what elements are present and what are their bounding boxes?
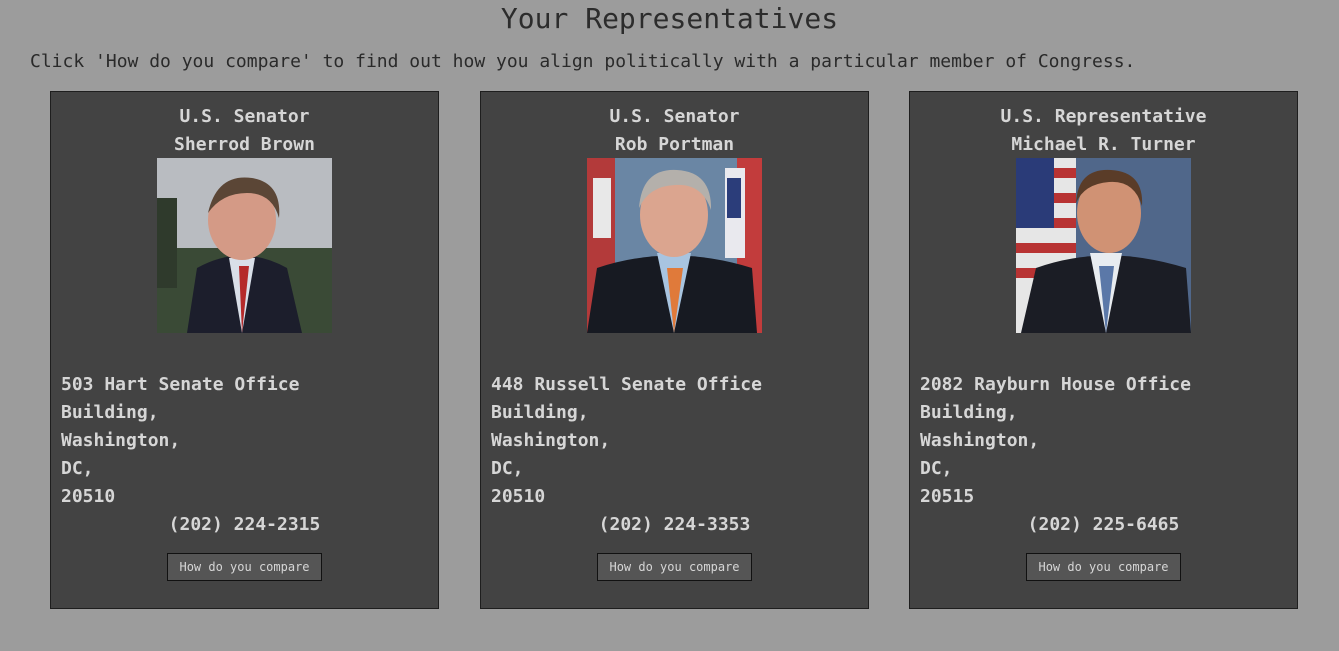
rep-photo: [157, 158, 332, 333]
office-address: 2082 Rayburn House Office Building, Wash…: [920, 371, 1191, 511]
address-line: 20510: [491, 486, 546, 507]
rep-name: Sherrod Brown: [174, 134, 315, 155]
card-title: U.S. Senator Sherrod Brown: [51, 103, 438, 159]
phone-number: (202) 225-6465: [1027, 514, 1180, 535]
how-do-you-compare-button[interactable]: How do you compare: [167, 553, 322, 581]
address-line: DC,: [61, 458, 94, 479]
address-line: 503 Hart Senate Office: [61, 374, 300, 395]
representative-card-brown: U.S. Senator Sherrod Brown 503 Hart Sena…: [50, 91, 439, 609]
address-line: Washington,: [491, 430, 611, 451]
rep-name: Michael R. Turner: [1011, 134, 1196, 155]
how-do-you-compare-button[interactable]: How do you compare: [1026, 553, 1181, 581]
phone-number: (202) 224-2315: [168, 514, 321, 535]
address-line: Washington,: [920, 430, 1040, 451]
page-subtitle: Click 'How do you compare' to find out h…: [30, 51, 1136, 72]
address-line: Washington,: [61, 430, 181, 451]
rep-photo: [1016, 158, 1191, 333]
how-do-you-compare-button[interactable]: How do you compare: [597, 553, 752, 581]
address-line: DC,: [920, 458, 953, 479]
address-line: DC,: [491, 458, 524, 479]
phone-number: (202) 224-3353: [598, 514, 751, 535]
card-title: U.S. Representative Michael R. Turner: [910, 103, 1297, 159]
address-line: 20510: [61, 486, 116, 507]
rep-photo: [587, 158, 762, 333]
card-title: U.S. Senator Rob Portman: [481, 103, 868, 159]
office-address: 448 Russell Senate Office Building, Wash…: [491, 371, 762, 511]
address-line: Building,: [491, 402, 589, 423]
role-label: U.S. Senator: [609, 106, 740, 127]
representative-card-turner: U.S. Representative Michael R. Turner 20…: [909, 91, 1298, 609]
office-address: 503 Hart Senate Office Building, Washing…: [61, 371, 299, 511]
address-line: 20515: [920, 486, 975, 507]
address-line: 2082 Rayburn House Office: [920, 374, 1191, 395]
page-title: Your Representatives: [500, 2, 839, 35]
address-line: Building,: [61, 402, 159, 423]
rep-name: Rob Portman: [614, 134, 735, 155]
role-label: U.S. Representative: [1000, 106, 1207, 127]
address-line: Building,: [920, 402, 1018, 423]
representative-card-portman: U.S. Senator Rob Portman 448 Russell Sen…: [480, 91, 869, 609]
role-label: U.S. Senator: [179, 106, 310, 127]
address-line: 448 Russell Senate Office: [491, 374, 762, 395]
